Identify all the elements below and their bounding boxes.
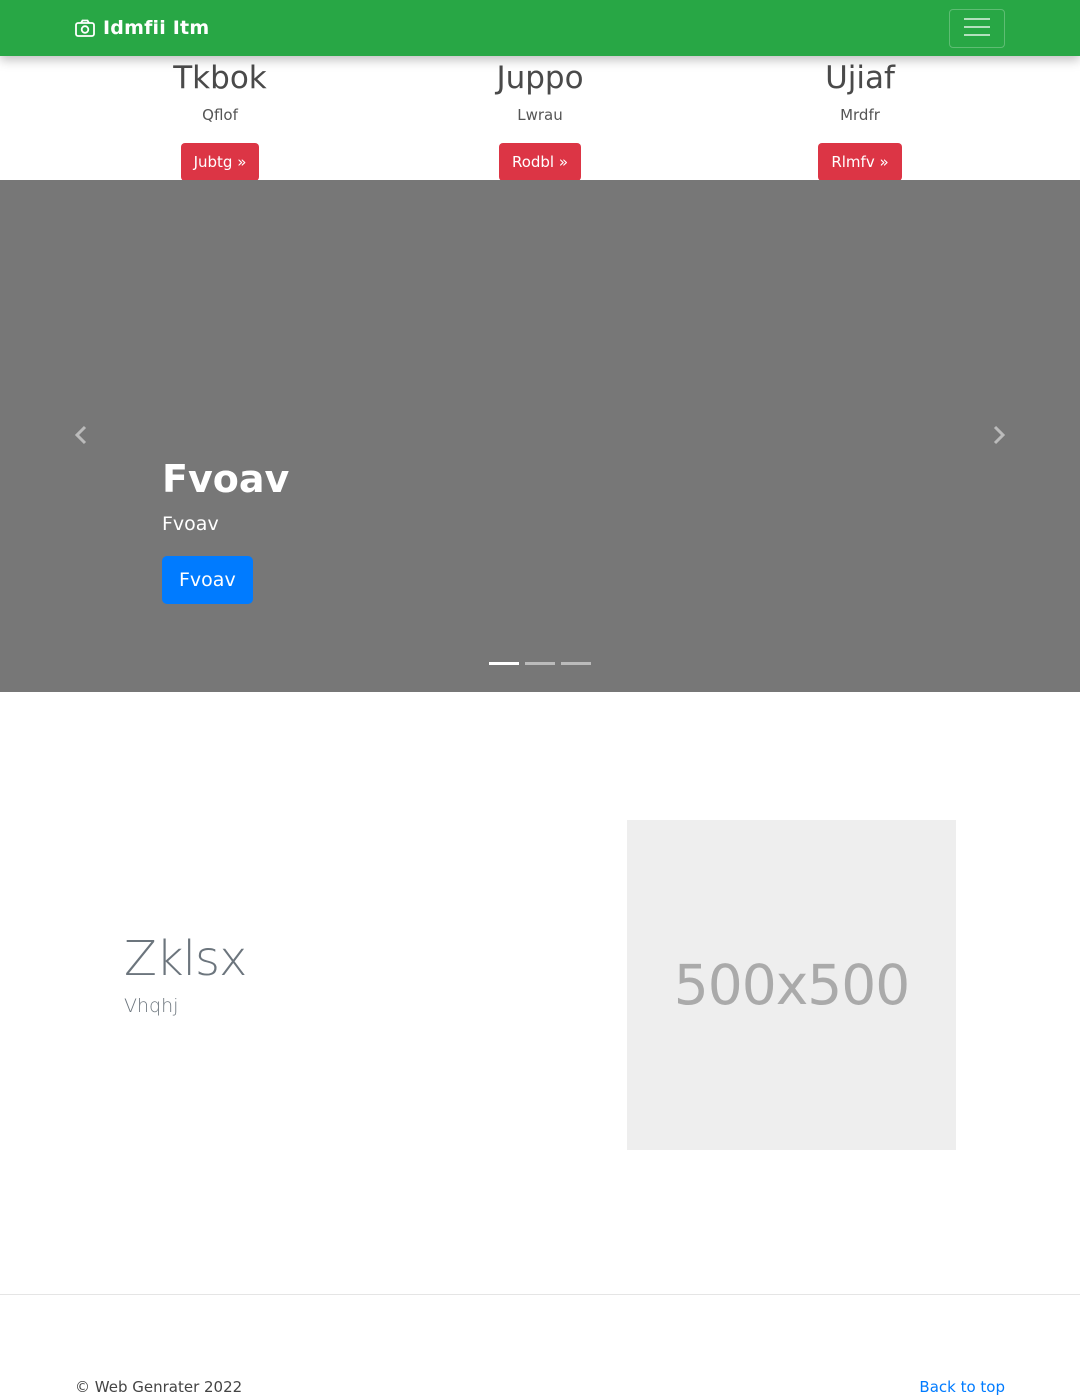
feature-column: Tkbok Qflof Jubtg » (60, 56, 380, 181)
feature-button[interactable]: Rlmfv » (818, 143, 902, 181)
camera-icon (75, 19, 95, 37)
carousel-text: Fvoav (162, 513, 219, 535)
brand-title: Idmfii Itm (103, 17, 210, 39)
navbar-toggler-button[interactable] (949, 9, 1005, 48)
placeholder-image: 500x500 (627, 820, 956, 1150)
carousel-caption: Fvoav Fvoav Fvoav (162, 456, 289, 604)
feature-heading: Juppo (496, 60, 584, 96)
placeholder-label: 500x500 (673, 953, 911, 1017)
feature-column: Juppo Lwrau Rodbl » (380, 56, 700, 181)
featurette-heading: Zklsx (124, 931, 247, 987)
carousel-indicator[interactable] (489, 662, 519, 665)
divider (0, 1294, 1080, 1295)
feature-column: Ujiaf Mrdfr Rlmfv » (700, 56, 1020, 181)
navbar-brand[interactable]: Idmfii Itm (75, 15, 209, 41)
carousel-button[interactable]: Fvoav (162, 556, 253, 604)
feature-text: Mrdfr (840, 106, 880, 124)
carousel-indicators (489, 662, 591, 665)
carousel-indicator[interactable] (561, 662, 591, 665)
feature-text: Qflof (202, 106, 238, 124)
feature-text: Lwrau (517, 106, 563, 124)
carousel-indicator[interactable] (525, 662, 555, 665)
feature-button[interactable]: Jubtg » (180, 143, 260, 181)
feature-columns: Tkbok Qflof Jubtg » Juppo Lwrau Rodbl » … (0, 56, 1080, 181)
chevron-right-icon[interactable] (988, 424, 1008, 446)
feature-button[interactable]: Rodbl » (498, 143, 582, 181)
navbar: Idmfii Itm (0, 0, 1080, 56)
featurette-lead: Vhqhj (124, 995, 179, 1017)
chevron-left-icon[interactable] (72, 424, 92, 446)
carousel-heading: Fvoav (162, 457, 290, 501)
back-to-top-link[interactable]: Back to top (919, 1377, 1005, 1397)
feature-heading: Tkbok (173, 60, 267, 96)
feature-heading: Ujiaf (825, 60, 895, 96)
hamburger-icon (963, 16, 991, 42)
footer-copyright: © Web Genrater 2022 (75, 1378, 243, 1396)
carousel: Fvoav Fvoav Fvoav (0, 180, 1080, 692)
